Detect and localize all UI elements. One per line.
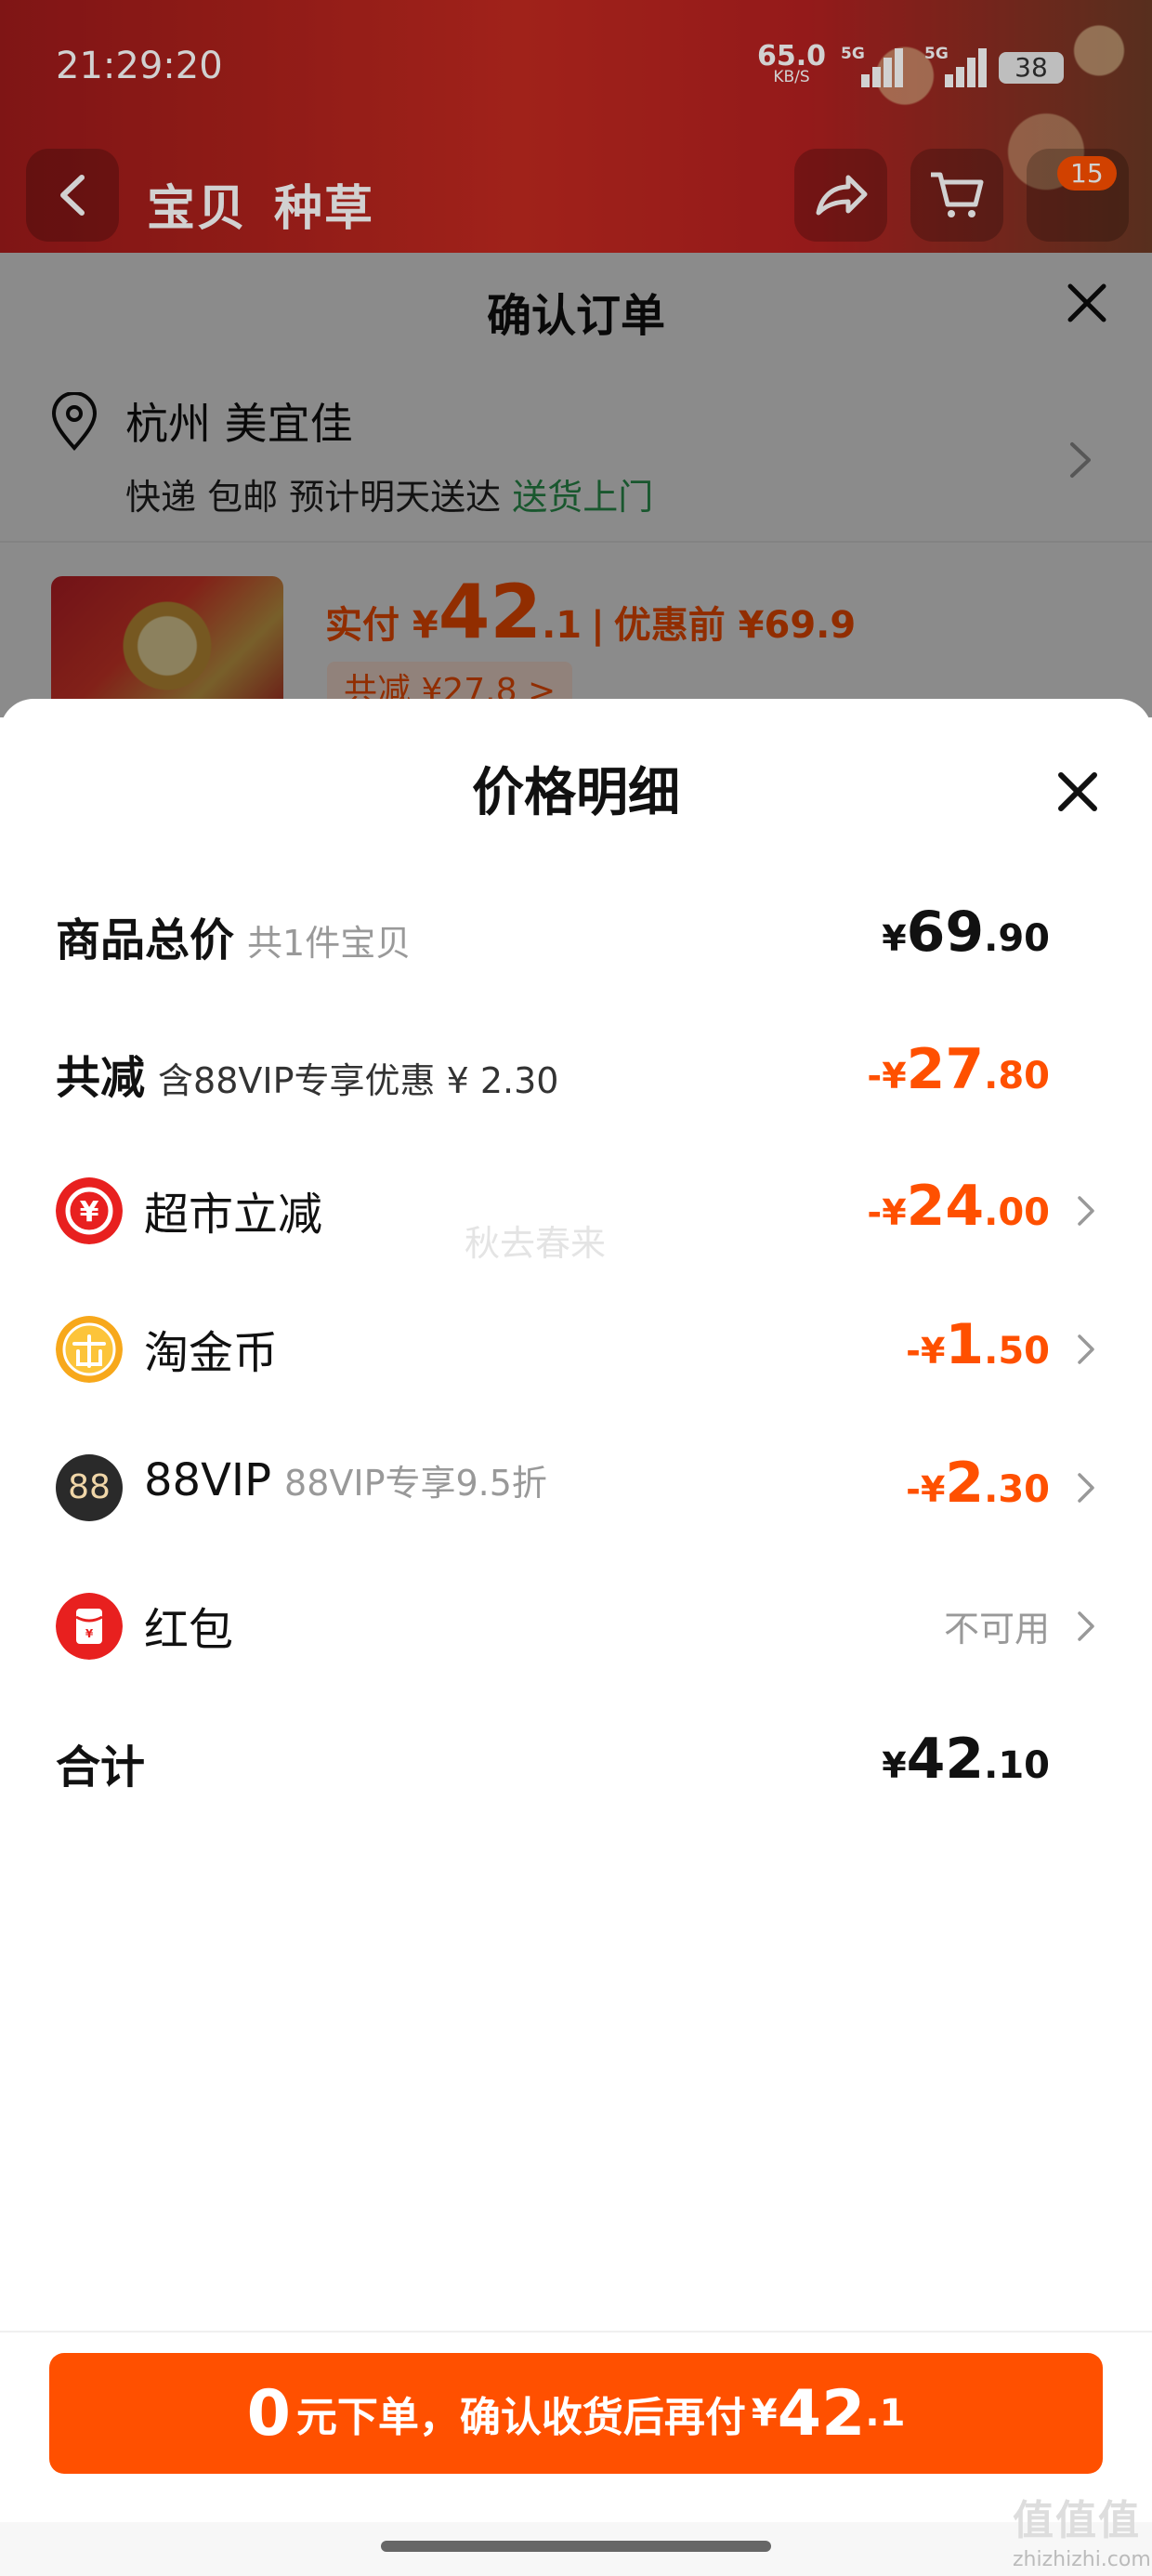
pay-button-zero: 0 xyxy=(246,2376,291,2451)
taojinbi-amount: -¥1.50 xyxy=(906,1312,1050,1377)
supermarket-discount-label: 超市立减 xyxy=(144,1189,323,1241)
red-packet-label: 红包 xyxy=(144,1604,234,1656)
price-detail-title: 价格明细 xyxy=(472,763,680,823)
site-domain-watermark: zhizhizhi.com xyxy=(1013,2548,1151,2571)
chevron-right-icon xyxy=(1078,1611,1094,1641)
goods-total-label: 商品总价 共1件宝贝 xyxy=(56,914,412,966)
row-total: 合计 ¥42.10 xyxy=(0,1702,1152,1805)
watermark: 秋去春来 xyxy=(465,1223,607,1264)
supermarket-discount-icon: ¥ xyxy=(56,1177,123,1244)
taojinbi-label: 淘金币 xyxy=(144,1327,279,1379)
home-indicator[interactable] xyxy=(381,2541,771,2552)
pay-button-currency: ¥ xyxy=(751,2392,778,2435)
red-packet-status: 不可用 xyxy=(943,1609,1050,1649)
goods-count: 共1件宝贝 xyxy=(247,923,412,964)
total-amount: ¥42.10 xyxy=(882,1727,1050,1792)
overlay-dim[interactable] xyxy=(0,253,1152,717)
row-total-discount: 共减 含88VIP专享优惠 ¥ 2.30 -¥27.80 xyxy=(0,1013,1152,1115)
svg-text:¥: ¥ xyxy=(80,1196,99,1229)
total-discount-label: 共减 含88VIP专享优惠 ¥ 2.30 xyxy=(56,1052,559,1104)
goods-total-amount: ¥69.90 xyxy=(882,900,1050,965)
row-taojinbi[interactable]: 淘金币 -¥1.50 xyxy=(0,1288,1152,1390)
pay-button-int: 42 xyxy=(777,2376,866,2451)
88vip-icon-text: 88 xyxy=(68,1468,111,1506)
svg-text:¥: ¥ xyxy=(85,1627,94,1640)
supermarket-discount-amount: -¥24.00 xyxy=(867,1174,1050,1239)
site-logo-watermark: 值值值 xyxy=(1013,2497,1141,2544)
chevron-right-icon xyxy=(1078,1473,1094,1503)
overlay-dim-top xyxy=(0,0,1152,253)
88vip-amount: -¥2.30 xyxy=(906,1451,1050,1516)
home-bar xyxy=(0,2522,1152,2576)
88vip-label: 88VIP 88VIP专享9.5折 xyxy=(144,1454,547,1506)
pay-later-order-button[interactable]: 0 元下单，确认收货后再付 ¥42.1 xyxy=(49,2353,1103,2474)
row-red-packet[interactable]: ¥ 红包 不可用 xyxy=(0,1565,1152,1667)
88vip-note: 88VIP专享9.5折 xyxy=(284,1463,547,1504)
vip-discount-note: 含88VIP专享优惠 ¥ 2.30 xyxy=(158,1060,559,1101)
row-88vip[interactable]: 88 88VIP 88VIP专享9.5折 -¥2.30 xyxy=(0,1426,1152,1529)
88vip-icon: 88 xyxy=(56,1454,123,1521)
red-packet-icon: ¥ xyxy=(56,1593,123,1660)
pay-button-text: 元下单，确认收货后再付 xyxy=(295,2394,746,2441)
bottom-divider xyxy=(0,2331,1152,2333)
total-discount-amount: -¥27.80 xyxy=(867,1037,1050,1102)
chevron-right-icon xyxy=(1078,1196,1094,1226)
taojinbi-coin-icon xyxy=(56,1316,123,1383)
pay-button-dec: .1 xyxy=(865,2392,906,2435)
close-icon[interactable] xyxy=(1050,764,1106,820)
row-goods-total: 商品总价 共1件宝贝 ¥69.90 xyxy=(0,875,1152,978)
price-detail-sheet: 价格明细 商品总价 共1件宝贝 ¥69.90 共减 含88VIP专享优惠 ¥ 2.3… xyxy=(0,699,1152,2576)
total-label: 合计 xyxy=(56,1741,146,1794)
chevron-right-icon xyxy=(1078,1334,1094,1364)
